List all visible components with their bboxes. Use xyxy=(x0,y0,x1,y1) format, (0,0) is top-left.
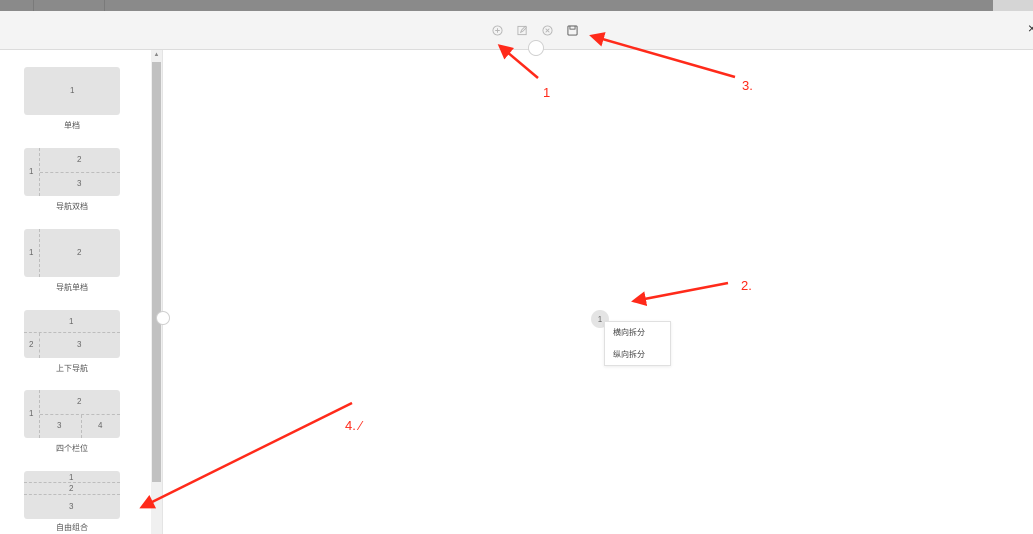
cell-number: 2 xyxy=(77,248,82,257)
cell-number: 1 xyxy=(70,86,75,95)
layout-label: 导航单档 xyxy=(56,283,88,292)
editor-toolbar: × xyxy=(0,11,1033,50)
close-icon[interactable]: × xyxy=(1028,20,1033,36)
strip-divider xyxy=(33,0,34,11)
split-line xyxy=(24,494,120,495)
layout-label: 四个栏位 xyxy=(56,444,88,453)
layout-label: 导航双档 xyxy=(56,202,88,211)
layout-card-nav-single[interactable]: 1 2 xyxy=(24,229,120,277)
layout-label: 上下导航 xyxy=(56,364,88,373)
annotation-label-4: 4. ⁄ xyxy=(345,418,362,433)
annotation-label-2: 2. xyxy=(741,278,752,293)
annotation-label-1: 1 xyxy=(543,85,551,100)
layout-canvas[interactable] xyxy=(163,50,1033,534)
cell-number: 2 xyxy=(77,397,82,406)
split-line xyxy=(39,229,40,277)
split-line xyxy=(40,414,120,415)
layout-card-top-bottom-nav[interactable]: 1 2 3 xyxy=(24,310,120,358)
edit-icon[interactable] xyxy=(515,23,529,37)
layout-card-free-combination[interactable]: 1 2 3 xyxy=(24,471,120,519)
top-strip xyxy=(0,0,1033,11)
menu-item-vertical-split[interactable]: 纵向拆分 xyxy=(605,344,670,366)
layout-label: 自由组合 xyxy=(56,523,88,532)
resize-handle-left[interactable] xyxy=(156,311,170,325)
resize-handle-top[interactable] xyxy=(528,40,544,56)
split-context-menu: 横向拆分 纵向拆分 xyxy=(604,321,671,366)
menu-item-horizontal-split[interactable]: 横向拆分 xyxy=(605,322,670,344)
cell-number: 2 xyxy=(69,484,74,493)
split-line xyxy=(40,172,120,173)
cell-number: 3 xyxy=(77,340,82,349)
split-line xyxy=(81,415,82,438)
cell-number: 2 xyxy=(77,155,82,164)
clear-icon[interactable] xyxy=(540,23,554,37)
cell-number: 3 xyxy=(69,502,74,511)
scroll-thumb[interactable] xyxy=(152,62,161,482)
annotation-label-3: 3. xyxy=(742,78,753,93)
save-icon[interactable] xyxy=(565,23,579,37)
cell-number: 2 xyxy=(29,340,34,349)
cell-number: 1 xyxy=(29,167,34,176)
cell-number: 1 xyxy=(69,317,74,326)
cell-number: 1 xyxy=(69,473,74,482)
layout-card-nav-double[interactable]: 1 2 3 xyxy=(24,148,120,196)
split-line xyxy=(24,482,120,483)
cell-number: 1 xyxy=(29,409,34,418)
scroll-up-arrow-icon[interactable]: ▲ xyxy=(152,51,161,60)
strip-divider xyxy=(104,0,105,11)
strip-end xyxy=(993,0,1033,11)
cell-number: 4 xyxy=(98,421,103,430)
cell-number: 1 xyxy=(29,248,34,257)
layout-card-four-columns[interactable]: 1 2 3 4 xyxy=(24,390,120,438)
split-line xyxy=(39,333,40,358)
cell-number: 3 xyxy=(77,179,82,188)
cell-number: 3 xyxy=(57,421,62,430)
add-icon[interactable] xyxy=(490,23,504,37)
layout-label: 单档 xyxy=(64,121,80,130)
layout-card-single[interactable]: 1 xyxy=(24,67,120,115)
